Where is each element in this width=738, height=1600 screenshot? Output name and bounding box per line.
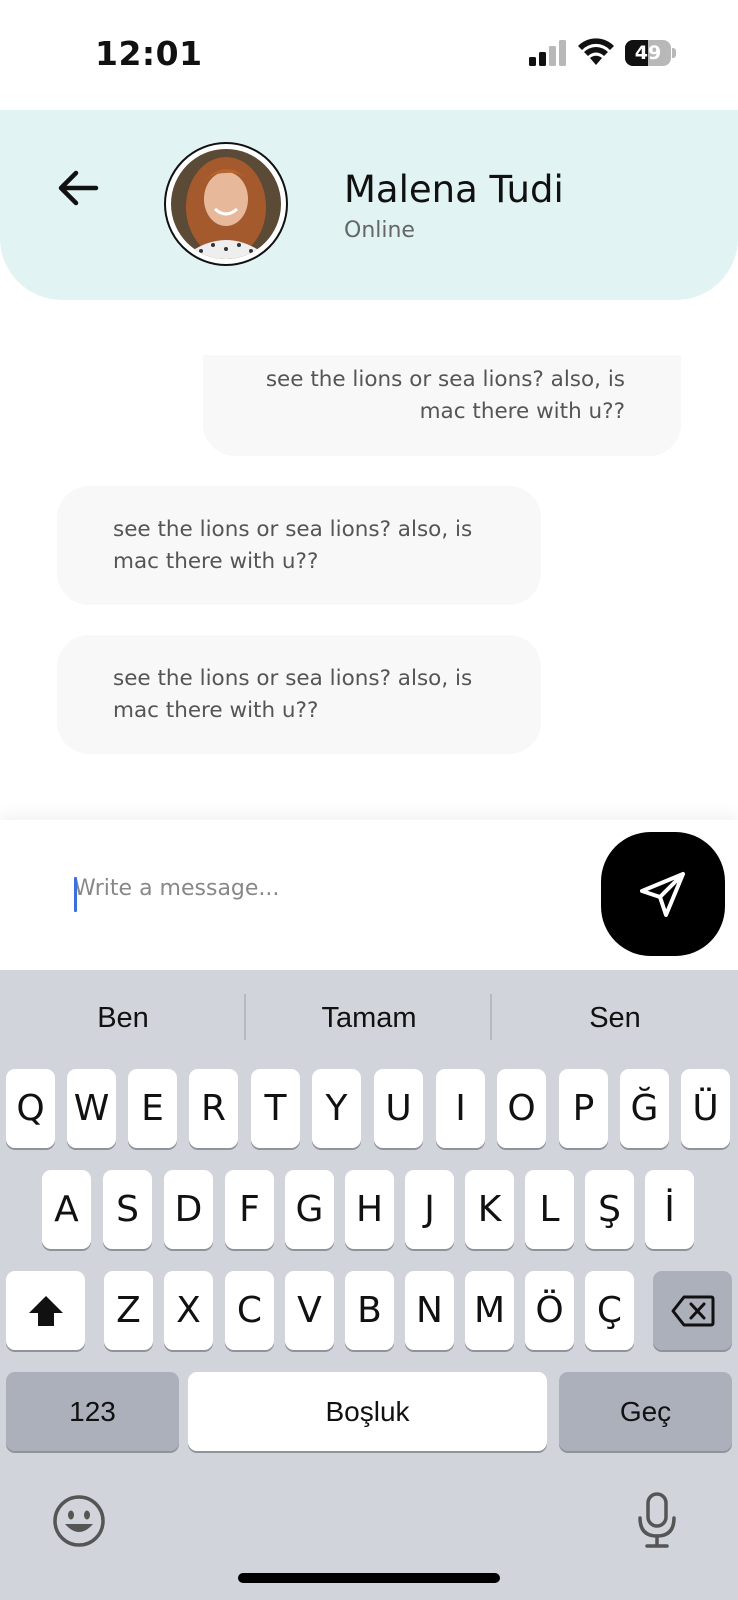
microphone-icon [638, 1492, 676, 1548]
numbers-key[interactable]: 123 [6, 1372, 179, 1451]
key[interactable]: T [251, 1069, 300, 1148]
key[interactable]: C [225, 1271, 274, 1350]
key[interactable]: Ğ [620, 1069, 669, 1148]
key[interactable]: M [465, 1271, 514, 1350]
key[interactable]: Ç [585, 1271, 634, 1350]
avatar-image [171, 149, 281, 259]
emoji-button[interactable] [50, 1492, 108, 1550]
emoji-icon [53, 1495, 105, 1547]
suggestion-item[interactable]: Tamam [246, 970, 492, 1040]
back-button[interactable] [50, 160, 106, 216]
key[interactable]: Ü [681, 1069, 730, 1148]
contact-status: Online [344, 218, 415, 243]
avatar[interactable] [164, 142, 288, 266]
key[interactable]: B [345, 1271, 394, 1350]
return-key[interactable]: Geç [559, 1372, 732, 1451]
key[interactable]: Z [104, 1271, 153, 1350]
key[interactable]: L [525, 1170, 574, 1249]
message-input[interactable] [74, 866, 574, 910]
key[interactable]: H [345, 1170, 394, 1249]
suggestion-bar: Ben Tamam Sen [0, 970, 738, 1040]
key[interactable]: X [164, 1271, 213, 1350]
suggestion-item[interactable]: Ben [0, 970, 246, 1040]
key[interactable]: V [285, 1271, 334, 1350]
key[interactable]: Y [312, 1069, 361, 1148]
key[interactable]: W [67, 1069, 116, 1148]
key[interactable]: U [374, 1069, 423, 1148]
key[interactable]: Ö [525, 1271, 574, 1350]
battery-icon: 49 [625, 40, 676, 66]
message-list[interactable]: see the lions or sea lions? also, is mac… [0, 300, 738, 820]
message-composer [0, 820, 738, 970]
status-time: 12:01 [95, 34, 203, 73]
key[interactable]: F [225, 1170, 274, 1249]
key[interactable]: I [436, 1069, 485, 1148]
message-bubble-incoming[interactable]: see the lions or sea lions? also, is mac… [57, 635, 541, 754]
key[interactable]: D [164, 1170, 213, 1249]
chat-header: Malena Tudi Online [0, 110, 738, 300]
suggestion-item[interactable]: Sen [492, 970, 738, 1040]
shift-key[interactable] [6, 1271, 85, 1350]
contact-name: Malena Tudi [344, 168, 564, 211]
key[interactable]: A [42, 1170, 91, 1249]
arrow-left-icon [58, 170, 99, 206]
backspace-icon [671, 1295, 714, 1326]
key[interactable]: E [128, 1069, 177, 1148]
space-key[interactable]: Boşluk [188, 1372, 547, 1451]
keyboard: Ben Tamam Sen Q W E R T Y U I O P Ğ Ü A … [0, 970, 738, 1600]
wifi-icon [578, 38, 614, 65]
key[interactable]: Ş [585, 1170, 634, 1249]
key[interactable]: Q [6, 1069, 55, 1148]
home-indicator[interactable] [238, 1573, 500, 1583]
text-caret [74, 877, 77, 912]
key[interactable]: S [103, 1170, 152, 1249]
key[interactable]: P [559, 1069, 608, 1148]
message-bubble-outgoing[interactable]: see the lions or sea lions? also, is mac… [203, 355, 681, 456]
send-button[interactable] [601, 832, 725, 956]
key[interactable]: R [189, 1069, 238, 1148]
key[interactable]: K [465, 1170, 514, 1249]
shift-icon [28, 1295, 63, 1326]
key[interactable]: N [405, 1271, 454, 1350]
key[interactable]: G [285, 1170, 334, 1249]
microphone-button[interactable] [632, 1490, 682, 1552]
status-bar: 12:01 49 [0, 0, 738, 108]
key[interactable]: J [405, 1170, 454, 1249]
backspace-key[interactable] [653, 1271, 732, 1350]
cellular-signal-icon [529, 40, 566, 66]
send-icon [640, 872, 685, 917]
message-bubble-incoming[interactable]: see the lions or sea lions? also, is mac… [57, 486, 541, 605]
battery-percent: 49 [634, 42, 662, 64]
key[interactable]: İ [645, 1170, 694, 1249]
key[interactable]: O [497, 1069, 546, 1148]
